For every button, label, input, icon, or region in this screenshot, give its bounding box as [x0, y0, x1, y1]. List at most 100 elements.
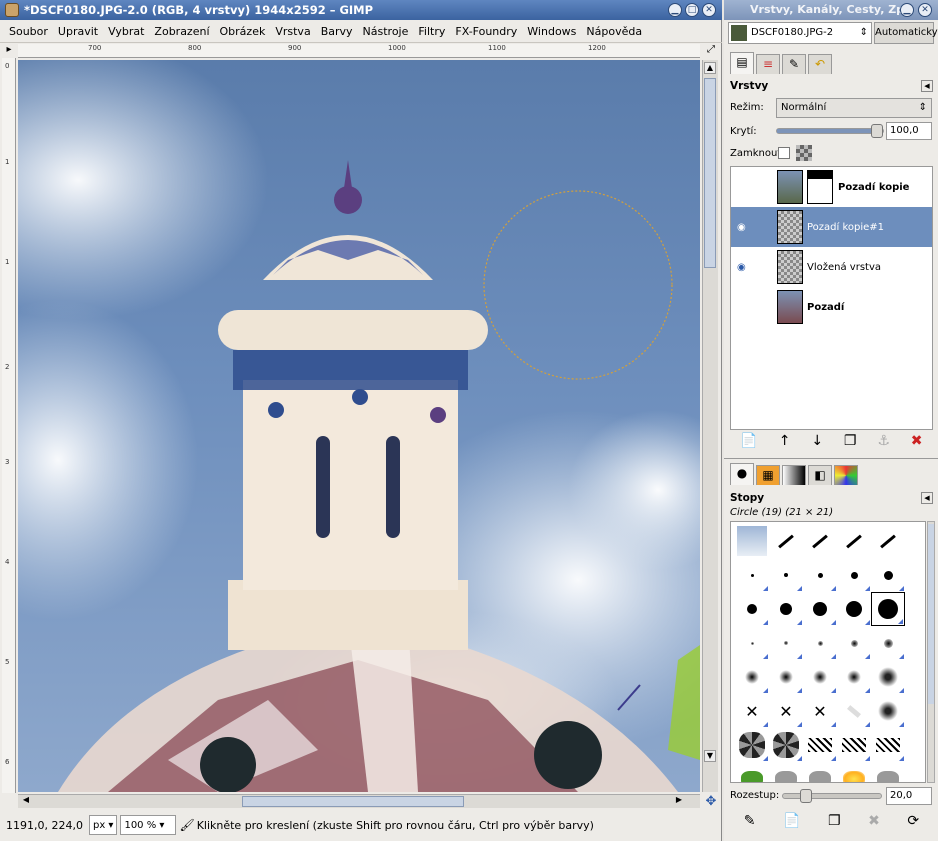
zoom-select[interactable]: 100 % ▾: [120, 815, 177, 835]
brush-cell[interactable]: [837, 660, 871, 694]
vertical-scrollbar[interactable]: ▲ ▼: [702, 60, 718, 792]
layer-name[interactable]: Vložená vrstva: [807, 262, 881, 273]
opacity-handle[interactable]: [871, 124, 883, 138]
layer-row[interactable]: Pozadí kopie: [731, 167, 932, 207]
dock-minimize-icon[interactable]: ▁: [900, 3, 914, 17]
mode-select[interactable]: Normální ⇕: [776, 98, 932, 118]
menu-nastroje[interactable]: Nástroje: [358, 25, 414, 38]
layer-row-selected[interactable]: ◉ Pozadí kopie#1: [731, 207, 932, 247]
brush-cell[interactable]: [769, 660, 803, 694]
brush-cell[interactable]: [871, 660, 905, 694]
brush-cell[interactable]: [871, 592, 905, 626]
menu-napoveda[interactable]: Nápověda: [581, 25, 647, 38]
brush-cell[interactable]: [871, 728, 905, 762]
scroll-down-icon[interactable]: ▼: [704, 750, 716, 762]
brush-cell[interactable]: [871, 762, 905, 782]
menu-soubor[interactable]: Soubor: [4, 25, 53, 38]
duplicate-brush-icon[interactable]: ❐: [828, 813, 841, 829]
brush-cell[interactable]: [803, 626, 837, 660]
layer-name[interactable]: Pozadí kopie#1: [807, 222, 884, 233]
edit-brush-icon[interactable]: ✎: [744, 813, 756, 829]
brushes-menu-icon[interactable]: ◀: [921, 492, 933, 504]
menu-obrazek[interactable]: Obrázek: [215, 25, 271, 38]
brush-cell[interactable]: [837, 558, 871, 592]
dock-close-icon[interactable]: ✕: [918, 3, 932, 17]
horizontal-ruler[interactable]: 700 800 900 1000 1100 1200: [18, 44, 700, 58]
raise-layer-icon[interactable]: ↑: [779, 433, 791, 449]
brush-cell[interactable]: [735, 558, 769, 592]
zoom-fit-icon[interactable]: ⤢: [704, 44, 718, 58]
brush-cell[interactable]: [803, 592, 837, 626]
delete-brush-icon[interactable]: ✖: [868, 813, 880, 829]
brush-cell[interactable]: [735, 660, 769, 694]
brush-cell[interactable]: [735, 524, 769, 558]
tab-patterns[interactable]: ▦: [756, 465, 780, 485]
brush-cell[interactable]: [837, 524, 871, 558]
layer-row[interactable]: Pozadí: [731, 287, 932, 327]
brush-cell[interactable]: [803, 524, 837, 558]
brush-cell[interactable]: [803, 762, 837, 782]
layer-name[interactable]: Pozadí: [807, 302, 844, 313]
layers-list[interactable]: Pozadí kopie ◉ Pozadí kopie#1 ◉ Vložená …: [730, 166, 933, 430]
layer-name[interactable]: Pozadí kopie: [838, 182, 909, 193]
brush-cell[interactable]: [769, 524, 803, 558]
brush-cell[interactable]: [837, 728, 871, 762]
dock-titlebar[interactable]: Vrstvy, Kanály, Cesty, Zpě ▁ ✕: [724, 0, 938, 20]
brush-cell[interactable]: [769, 762, 803, 782]
brush-cell[interactable]: [769, 592, 803, 626]
spacing-slider[interactable]: [782, 789, 882, 803]
tab-brushes[interactable]: ●: [730, 463, 754, 485]
menu-barvy[interactable]: Barvy: [316, 25, 358, 38]
brush-cell[interactable]: [871, 558, 905, 592]
brush-cell[interactable]: ✕: [803, 694, 837, 728]
layers-menu-icon[interactable]: ◀: [921, 80, 933, 92]
scroll-up-icon[interactable]: ▲: [704, 62, 716, 74]
layer-mask-thumbnail[interactable]: [807, 170, 833, 204]
brush-cell[interactable]: ✕: [769, 694, 803, 728]
quick-mask-arrow-icon[interactable]: ▸: [2, 44, 16, 58]
tab-paths[interactable]: ✎: [782, 54, 806, 74]
horizontal-scroll-thumb[interactable]: [242, 796, 464, 807]
brushes-scrollbar[interactable]: [927, 521, 935, 783]
brush-cell[interactable]: [871, 524, 905, 558]
brush-cell[interactable]: [735, 592, 769, 626]
menu-upravit[interactable]: Upravit: [53, 25, 103, 38]
brush-cell[interactable]: [837, 762, 871, 782]
brush-cell[interactable]: [735, 762, 769, 782]
scroll-right-icon[interactable]: ▶: [673, 795, 685, 807]
brush-cell[interactable]: ✕: [735, 694, 769, 728]
brush-cell[interactable]: [837, 592, 871, 626]
auto-button[interactable]: Automaticky: [874, 22, 938, 44]
brushes-scroll-thumb[interactable]: [928, 524, 934, 704]
brush-cell[interactable]: [871, 626, 905, 660]
image-canvas[interactable]: [18, 60, 700, 792]
menu-vybrat[interactable]: Vybrat: [103, 25, 149, 38]
menu-vrstva[interactable]: Vrstva: [270, 25, 315, 38]
duplicate-layer-icon[interactable]: ❐: [844, 433, 857, 449]
vertical-ruler[interactable]: 0 1 1 2 3 4 5 6: [2, 58, 16, 793]
brush-cell[interactable]: [803, 728, 837, 762]
tab-channels[interactable]: ≡: [756, 54, 780, 74]
tab-fonts[interactable]: ◧: [808, 465, 832, 485]
spacing-handle[interactable]: [800, 789, 813, 803]
scroll-left-icon[interactable]: ◀: [20, 795, 32, 807]
tab-layers[interactable]: ▤: [730, 52, 754, 74]
navigate-icon[interactable]: ✥: [704, 794, 718, 809]
eye-icon[interactable]: ◉: [737, 222, 751, 233]
unit-select[interactable]: px ▾: [88, 815, 118, 835]
brush-cell[interactable]: [769, 728, 803, 762]
maximize-icon[interactable]: □: [685, 3, 699, 17]
vertical-scroll-thumb[interactable]: [704, 78, 716, 268]
image-window-titlebar[interactable]: *DSCF0180.JPG-2.0 (RGB, 4 vrstvy) 1944x2…: [0, 0, 722, 20]
brush-cell[interactable]: [803, 558, 837, 592]
refresh-brushes-icon[interactable]: ⟳: [907, 813, 919, 829]
opacity-slider[interactable]: [776, 124, 884, 138]
tab-gradients[interactable]: [782, 465, 806, 485]
menu-windows[interactable]: Windows: [522, 25, 581, 38]
brush-cell[interactable]: [837, 626, 871, 660]
lock-alpha-icon[interactable]: [796, 145, 812, 161]
brush-cell[interactable]: [837, 694, 871, 728]
brushes-grid[interactable]: ✕ ✕ ✕: [730, 521, 926, 783]
anchor-layer-icon[interactable]: ⚓: [877, 433, 890, 449]
delete-layer-icon[interactable]: ✖: [911, 433, 923, 449]
